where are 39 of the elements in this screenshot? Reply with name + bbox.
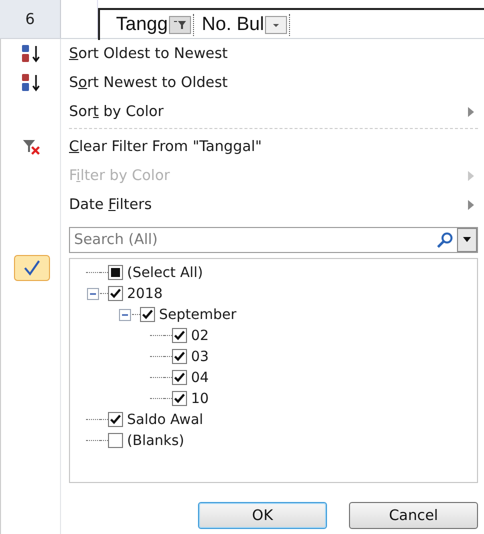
ok-button[interactable]: OK <box>198 502 327 529</box>
checkbox[interactable] <box>108 412 123 427</box>
list-item[interactable]: (Blanks) <box>127 432 184 448</box>
cancel-button[interactable]: Cancel <box>349 502 478 529</box>
list-item[interactable]: 2018 <box>127 286 163 302</box>
menu-item[interactable]: Clear Filter From "Tanggal" <box>69 138 478 154</box>
checkbox[interactable] <box>172 349 187 364</box>
dropdown-button[interactable] <box>457 228 477 252</box>
checkbox[interactable] <box>108 433 123 448</box>
checkbox[interactable] <box>172 328 187 343</box>
list-item[interactable]: 10 <box>191 390 209 406</box>
list-item[interactable]: Saldo Awal <box>127 412 204 428</box>
checkbox[interactable] <box>172 391 187 406</box>
collapse-icon[interactable] <box>87 288 99 300</box>
menu-item[interactable]: Date Filters <box>69 196 468 212</box>
list-item[interactable]: (Select All) <box>127 264 203 280</box>
clear-filter-icon <box>22 138 42 154</box>
checkbox[interactable] <box>108 265 123 280</box>
list-item[interactable]: 02 <box>191 328 209 344</box>
filter-button[interactable] <box>168 16 191 34</box>
menu-item[interactable]: Sort Oldest to Newest <box>69 46 478 62</box>
column-header: Tangg <box>116 14 168 36</box>
checkbox[interactable] <box>108 286 123 301</box>
collapse-icon[interactable] <box>119 308 131 320</box>
checkbox[interactable] <box>172 370 187 385</box>
search-field[interactable]: Search (All) <box>69 227 478 253</box>
list-item[interactable]: 04 <box>191 370 209 386</box>
checkbox[interactable] <box>140 307 155 322</box>
column-header: No. Bul <box>202 14 264 36</box>
row-number: 6 <box>0 0 61 38</box>
menu-item[interactable]: Sort Newest to Oldest <box>69 74 478 90</box>
list-item[interactable]: 03 <box>191 348 209 364</box>
menu-item[interactable]: Sort by Color <box>69 104 468 120</box>
filter-icon <box>174 20 186 30</box>
search-icon <box>436 232 454 248</box>
caret-icon <box>462 237 472 243</box>
caret-icon <box>271 22 282 28</box>
checkmark-icon <box>14 255 50 281</box>
list-item[interactable]: September <box>159 306 236 322</box>
